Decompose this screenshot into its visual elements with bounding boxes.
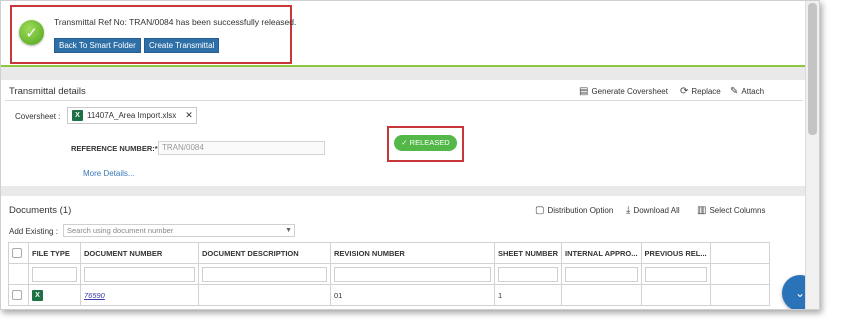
coversheet-file-name: 11407A_Area Import.xlsx — [87, 111, 177, 120]
distribution-option-button[interactable]: ▢ Distribution Option — [535, 205, 613, 216]
vertical-scrollbar[interactable] — [805, 1, 819, 309]
chevron-down-icon: ⌄ — [794, 286, 806, 300]
row-select-cell — [8, 284, 29, 306]
excel-file-icon: X — [32, 289, 43, 301]
select-columns-button[interactable]: ▥ Select Columns — [697, 205, 765, 216]
filter-input[interactable] — [334, 266, 491, 282]
panel-title: Transmittal details — [9, 86, 86, 97]
download-all-label: Download All — [633, 206, 680, 215]
scrollbar-thumb[interactable] — [808, 3, 817, 135]
check-circle-icon: ✓ — [19, 20, 44, 45]
column-header[interactable]: SHEET NUMBER — [493, 242, 563, 264]
create-transmittal-button[interactable]: Create Transmittal — [144, 38, 220, 53]
table-row[interactable]: X 76590 01 1 — [8, 284, 770, 306]
column-header[interactable]: DOCUMENT DESCRIPTION — [198, 242, 331, 264]
add-existing-label: Add Existing : — [9, 227, 58, 236]
replace-button[interactable]: ⟳ Replace — [680, 86, 721, 97]
select-all-checkbox[interactable] — [12, 248, 22, 258]
documents-table: FILE TYPE DOCUMENT NUMBER DOCUMENT DESCR… — [8, 242, 770, 306]
success-message: Transmittal Ref No: TRAN/0084 has been s… — [54, 17, 297, 27]
coversheet-file-chip[interactable]: X 11407A_Area Import.xlsx ✕ — [67, 107, 197, 124]
filter-cell — [640, 263, 711, 285]
description-cell — [198, 284, 331, 306]
excel-file-icon: X — [72, 110, 83, 121]
document-number-link[interactable]: 76590 — [84, 291, 105, 300]
filter-cell — [198, 263, 331, 285]
reference-number-field: TRAN/0084 — [158, 141, 325, 155]
internal-approval-cell — [561, 284, 642, 306]
download-all-button[interactable]: ⤓ Download All — [626, 205, 680, 216]
dropdown-caret-icon[interactable]: ▼ — [285, 225, 292, 236]
released-highlight: ✓ RELEASED — [387, 126, 464, 162]
column-header[interactable]: FILE TYPE — [28, 242, 81, 264]
column-header[interactable]: INTERNAL APPRO... — [561, 242, 642, 264]
filter-input[interactable] — [565, 266, 638, 282]
more-details-link[interactable]: More Details... — [83, 169, 135, 178]
filter-cell — [561, 263, 642, 285]
search-placeholder: Search using document number — [67, 226, 174, 235]
coversheet-icon: ▤ — [579, 86, 589, 97]
generate-coversheet-button[interactable]: ▤ Generate Coversheet — [579, 86, 668, 97]
status-label: RELEASED — [409, 138, 450, 147]
revision-cell: 01 — [330, 284, 495, 306]
filter-input[interactable] — [32, 266, 77, 282]
success-highlight: ✓ Transmittal Ref No: TRAN/0084 has been… — [10, 5, 296, 64]
file-type-cell: X — [28, 284, 81, 306]
select-all-cell — [8, 242, 29, 264]
status-badge: ✓ RELEASED — [394, 135, 457, 151]
table-header-row: FILE TYPE DOCUMENT NUMBER DOCUMENT DESCR… — [8, 242, 770, 264]
filter-row — [8, 263, 770, 285]
refresh-icon: ⟳ — [680, 86, 689, 97]
filter-cell — [493, 263, 563, 285]
filter-input[interactable] — [498, 266, 559, 282]
main-content: ✓ Transmittal Ref No: TRAN/0084 has been… — [1, 1, 818, 309]
filter-input[interactable] — [202, 266, 327, 282]
document-icon: ▢ — [535, 205, 545, 216]
filter-cell — [28, 263, 81, 285]
previous-release-cell — [640, 284, 711, 306]
column-header — [709, 242, 770, 264]
filter-input[interactable] — [84, 266, 195, 282]
column-header[interactable]: PREVIOUS REL... — [640, 242, 711, 264]
documents-title: Documents (1) — [9, 205, 72, 216]
divider — [5, 100, 803, 101]
documents-panel: Documents (1) ▢ Distribution Option ⤓ Do… — [1, 196, 807, 309]
attach-label: Attach — [741, 87, 765, 96]
distribution-option-label: Distribution Option — [547, 206, 614, 215]
empty-cell — [709, 284, 770, 306]
select-columns-label: Select Columns — [709, 206, 766, 215]
sheet-cell: 1 — [493, 284, 563, 306]
filter-cell — [80, 263, 199, 285]
app-window: ✓ Transmittal Ref No: TRAN/0084 has been… — [0, 0, 820, 310]
document-number-cell: 76590 — [80, 284, 199, 306]
filter-cell — [709, 263, 770, 285]
attach-button[interactable]: ✎ Attach — [730, 86, 764, 97]
document-search-input[interactable]: Search using document number ▼ — [63, 224, 295, 237]
back-to-smart-folder-button[interactable]: Back To Smart Folder — [54, 38, 141, 53]
column-header[interactable]: DOCUMENT NUMBER — [80, 242, 199, 264]
remove-file-icon[interactable]: ✕ — [185, 110, 193, 121]
filter-cell — [330, 263, 495, 285]
generate-coversheet-label: Generate Coversheet — [591, 87, 668, 96]
transmittal-details-panel: Transmittal details ▤ Generate Covershee… — [1, 80, 807, 186]
filter-cell — [8, 263, 29, 285]
column-header[interactable]: REVISION NUMBER — [330, 242, 495, 264]
filter-input[interactable] — [644, 266, 707, 282]
attach-icon: ✎ — [730, 86, 739, 97]
reference-number-label: REFERENCE NUMBER:* — [71, 144, 158, 153]
coversheet-label: Coversheet : — [15, 112, 61, 121]
success-section: ✓ Transmittal Ref No: TRAN/0084 has been… — [1, 1, 807, 67]
row-checkbox[interactable] — [12, 290, 22, 300]
download-icon: ⤓ — [626, 205, 631, 216]
columns-icon: ▥ — [697, 205, 707, 216]
check-icon: ✓ — [401, 138, 408, 147]
replace-label: Replace — [691, 87, 721, 96]
